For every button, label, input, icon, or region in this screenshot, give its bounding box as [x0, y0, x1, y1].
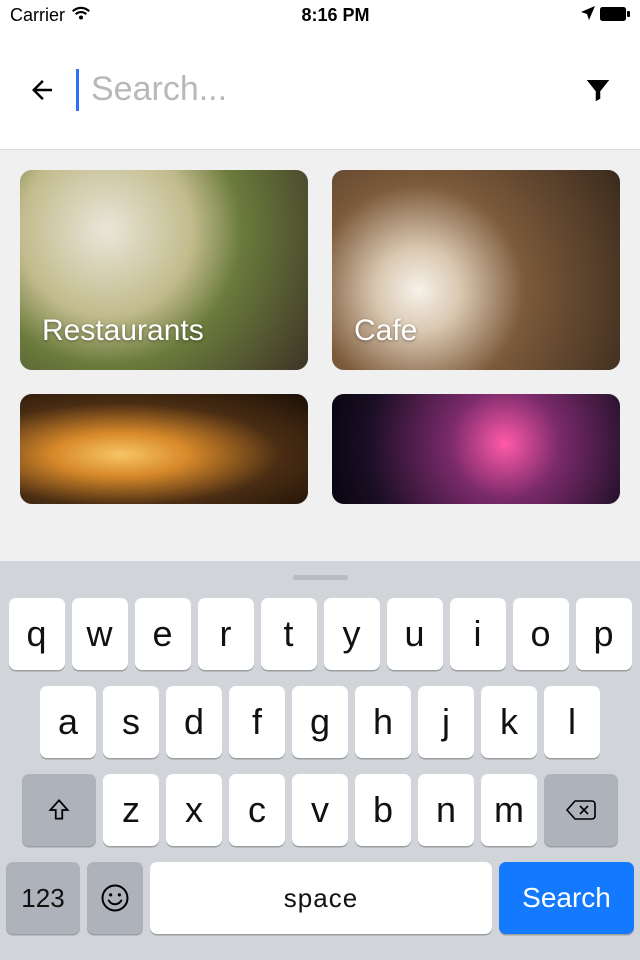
card-label: Cafe [354, 314, 417, 348]
key-shift[interactable] [22, 774, 96, 846]
keyboard-row-4: 123 space Search [0, 862, 640, 944]
key-r[interactable]: r [198, 598, 254, 670]
keyboard-row-3: z x c v b n m [0, 774, 640, 846]
key-emoji[interactable] [87, 862, 143, 934]
keyboard: q w e r t y u i o p a s d f g h j k l z … [0, 561, 640, 960]
keyboard-handle[interactable] [293, 575, 348, 580]
filter-button[interactable] [578, 70, 618, 110]
key-c[interactable]: c [229, 774, 285, 846]
key-a[interactable]: a [40, 686, 96, 758]
key-n[interactable]: n [418, 774, 474, 846]
keyboard-row-2: a s d f g h j k l [0, 686, 640, 758]
key-s[interactable]: s [103, 686, 159, 758]
text-cursor [76, 69, 79, 111]
status-bar: Carrier 8:16 PM [0, 0, 640, 30]
key-backspace[interactable] [544, 774, 618, 846]
key-q[interactable]: q [9, 598, 65, 670]
key-x[interactable]: x [166, 774, 222, 846]
key-f[interactable]: f [229, 686, 285, 758]
category-card[interactable] [20, 394, 308, 504]
search-bar [0, 30, 640, 150]
search-input[interactable] [91, 70, 578, 109]
key-k[interactable]: k [481, 686, 537, 758]
category-card-restaurants[interactable]: Restaurants [20, 170, 308, 370]
key-w[interactable]: w [72, 598, 128, 670]
key-h[interactable]: h [355, 686, 411, 758]
card-image [20, 394, 308, 504]
key-z[interactable]: z [103, 774, 159, 846]
key-i[interactable]: i [450, 598, 506, 670]
key-l[interactable]: l [544, 686, 600, 758]
key-v[interactable]: v [292, 774, 348, 846]
wifi-icon [71, 5, 91, 26]
battery-icon [600, 5, 630, 26]
category-grid: Restaurants Cafe [0, 150, 640, 524]
back-button[interactable] [22, 70, 62, 110]
key-j[interactable]: j [418, 686, 474, 758]
card-label: Restaurants [42, 314, 204, 348]
key-m[interactable]: m [481, 774, 537, 846]
key-t[interactable]: t [261, 598, 317, 670]
key-space[interactable]: space [150, 862, 492, 934]
key-b[interactable]: b [355, 774, 411, 846]
key-y[interactable]: y [324, 598, 380, 670]
key-numbers[interactable]: 123 [6, 862, 80, 934]
key-p[interactable]: p [576, 598, 632, 670]
category-card[interactable] [332, 394, 620, 504]
category-card-cafe[interactable]: Cafe [332, 170, 620, 370]
key-o[interactable]: o [513, 598, 569, 670]
card-image [332, 394, 620, 504]
key-u[interactable]: u [387, 598, 443, 670]
key-search[interactable]: Search [499, 862, 634, 934]
keyboard-row-1: q w e r t y u i o p [0, 598, 640, 670]
location-icon [580, 5, 596, 26]
key-e[interactable]: e [135, 598, 191, 670]
key-g[interactable]: g [292, 686, 348, 758]
carrier-label: Carrier [10, 5, 65, 26]
clock: 8:16 PM [91, 5, 580, 26]
key-d[interactable]: d [166, 686, 222, 758]
